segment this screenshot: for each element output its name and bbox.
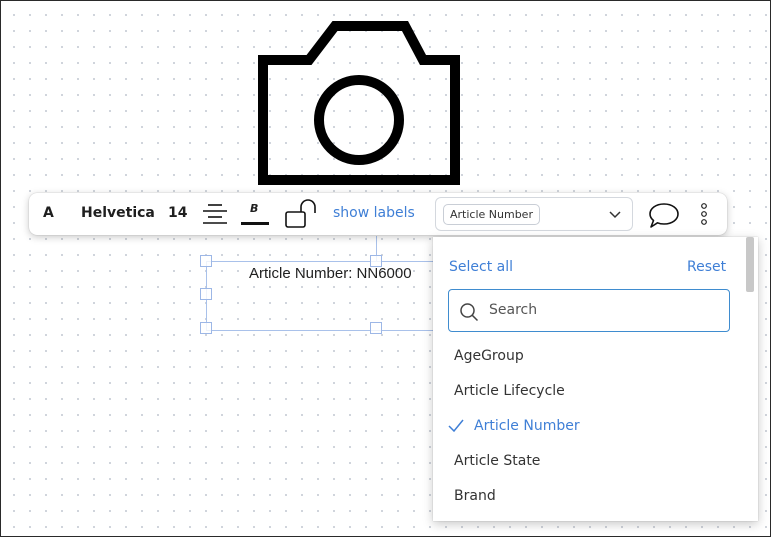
list-item[interactable]: Article State (433, 444, 743, 479)
list-item[interactable]: AgeGroup (433, 339, 743, 374)
more-vertical-icon (701, 203, 707, 225)
text-color-bar (241, 222, 269, 225)
font-family-select[interactable]: Helvetica (81, 205, 155, 221)
list-item-label: Article State (454, 453, 541, 469)
comment-icon (649, 203, 679, 228)
resize-handle[interactable] (200, 255, 212, 267)
list-item-label: Brand (454, 488, 496, 504)
unlock-icon (285, 199, 316, 228)
font-size-select[interactable]: 14 (168, 205, 187, 221)
list-item[interactable]: Article Lifecycle (433, 374, 743, 409)
list-item-selected[interactable]: Article Number (433, 409, 743, 444)
attribute-list: AgeGroup Article Lifecycle Article Numbe… (433, 339, 743, 514)
reset-link[interactable]: Reset (687, 259, 726, 275)
search-icon (460, 303, 479, 322)
resize-handle[interactable] (200, 322, 212, 334)
chevron-down-icon (609, 211, 621, 219)
camera-icon[interactable] (257, 20, 461, 186)
design-canvas[interactable]: Article Number: NN6000 A Helvetica 14 B … (0, 0, 771, 537)
resize-handle[interactable] (200, 288, 212, 300)
list-item-label: AgeGroup (454, 348, 524, 364)
align-center-button[interactable] (201, 202, 229, 226)
selected-attribute-chip: Article Number (443, 204, 540, 225)
attribute-dropdown: Select all Reset AgeGroup Article Lifecy… (433, 237, 758, 521)
comment-button[interactable] (647, 201, 681, 229)
attribute-select[interactable]: Article Number (435, 197, 633, 231)
scrollbar[interactable] (746, 237, 754, 292)
formatting-toolbar: A Helvetica 14 B show labels Article Num… (29, 193, 727, 235)
show-labels-link[interactable]: show labels (333, 205, 415, 221)
search-input[interactable] (489, 298, 719, 322)
lock-button[interactable] (283, 199, 321, 229)
article-number-text[interactable]: Article Number: NN6000 (249, 265, 432, 282)
resize-handle[interactable] (370, 322, 382, 334)
font-icon[interactable]: A (43, 205, 54, 221)
check-icon (448, 419, 464, 433)
bold-button[interactable]: B (239, 201, 273, 229)
list-item[interactable]: Brand (433, 479, 743, 514)
align-center-icon (203, 204, 227, 224)
search-box[interactable] (448, 289, 730, 332)
select-all-link[interactable]: Select all (449, 259, 513, 275)
list-item-label: Article Lifecycle (454, 383, 565, 399)
list-item-label: Article Number (474, 418, 580, 434)
bold-icon: B (250, 202, 259, 215)
more-options-button[interactable] (697, 200, 711, 230)
